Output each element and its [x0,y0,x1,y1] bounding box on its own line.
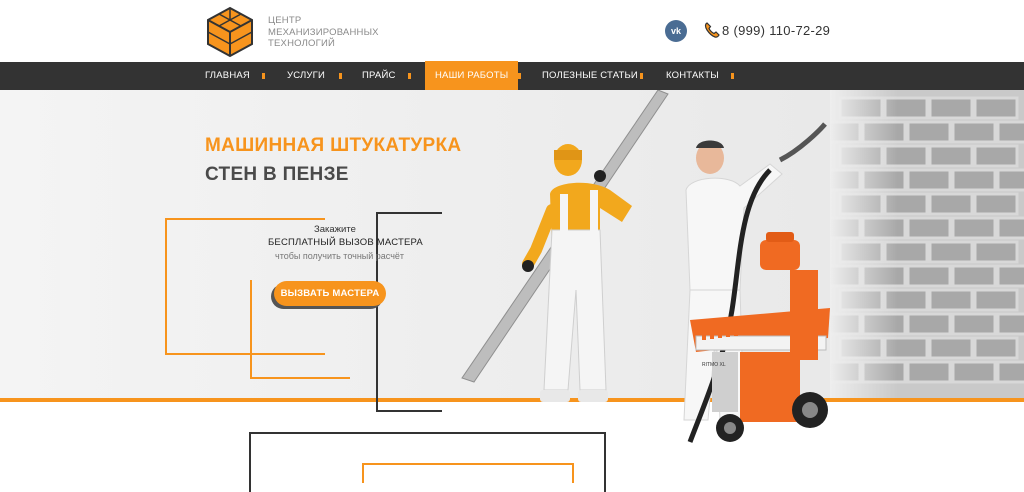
main-nav: ГЛАВНАЯ УСЛУГИ ПРАЙС НАШИ РАБОТЫ ПОЛЕЗНЫ… [0,61,1024,91]
decorative-frame-line [376,212,442,214]
nav-separator [731,73,734,79]
nav-item-articles[interactable]: ПОЛЕЗНЫЕ СТАТЬИ [542,62,638,90]
vk-icon[interactable]: vk [665,20,687,42]
nav-item-price[interactable]: ПРАЙС [362,62,396,90]
logo-line: МЕХАНИЗИРОВАННЫХ [268,26,379,38]
nav-separator [262,73,265,79]
machine-label: RITMO XL [702,362,726,368]
workers-with-plastering-machine-image: RITMO XL [461,90,830,443]
site-header: ЦЕНТР МЕХАНИЗИРОВАННЫХ ТЕХНОЛОГИЙ vk 8 (… [0,0,1024,62]
call-master-button[interactable]: ВЫЗВАТЬ МАСТЕРА [274,281,386,306]
nav-item-home[interactable]: ГЛАВНАЯ [205,62,250,90]
logo-line: ТЕХНОЛОГИЙ [268,38,336,49]
logo-text[interactable]: ЦЕНТР МЕХАНИЗИРОВАННЫХ ТЕХНОЛОГИЙ [268,15,379,50]
nav-item-services[interactable]: УСЛУГИ [287,62,325,90]
nav-item-contacts[interactable]: КОНТАКТЫ [666,62,719,90]
next-section-accent-frame [362,463,574,483]
phone-number[interactable]: 8 (999) 110-72-29 [722,23,830,38]
nav-separator [339,73,342,79]
logo-line: ЦЕНТР [268,15,302,26]
nav-item-our-works[interactable]: НАШИ РАБОТЫ [425,61,519,91]
nav-separator [640,73,643,79]
cta-headline: БЕСПЛАТНЫЙ ВЫЗОВ МАСТЕРА [268,237,423,248]
phone-icon [704,22,720,38]
decorative-frame-line [376,410,442,412]
cta-subtext: чтобы получить точный расчёт [275,251,405,261]
hero-title-line2: СТЕН В ПЕНЗЕ [205,164,349,185]
nav-separator [518,73,521,79]
cta-prompt: Закажите [314,224,356,235]
next-section-frame [249,432,606,492]
hero-title-line1: МАШИННАЯ ШТУКАТУРКА [205,135,462,156]
nav-separator [408,73,411,79]
logo-cube-icon[interactable] [204,6,256,58]
